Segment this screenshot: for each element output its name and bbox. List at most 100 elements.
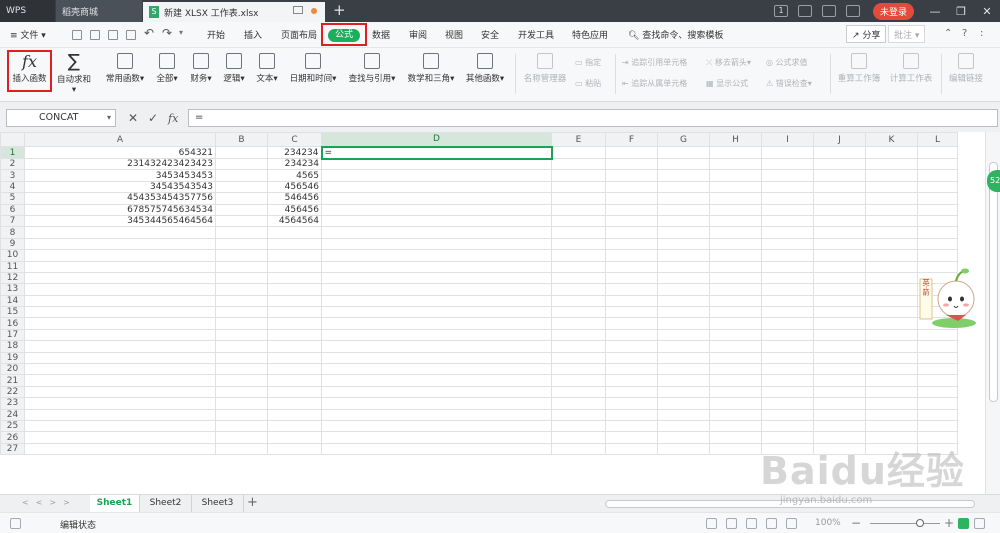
cell-J24[interactable] [813, 408, 866, 422]
cell-E22[interactable] [551, 385, 606, 399]
cell-D2[interactable] [321, 157, 552, 171]
cell-F16[interactable] [605, 317, 658, 330]
cell-A18[interactable] [24, 340, 216, 353]
cell-I15[interactable] [761, 306, 814, 319]
cell-J15[interactable] [813, 306, 866, 319]
cell-L4[interactable] [917, 180, 958, 194]
cell-F4[interactable] [605, 180, 658, 194]
cell-I18[interactable] [761, 340, 814, 353]
cell-A20[interactable] [24, 363, 216, 376]
cell-C12[interactable] [267, 271, 322, 285]
select-all-corner[interactable] [0, 132, 25, 147]
insert-function-button[interactable]: fx 插入函数 [7, 50, 52, 92]
cell-A11[interactable] [24, 260, 216, 273]
mascot-sticker[interactable]: 英·箭 [918, 265, 980, 330]
minimize-icon[interactable]: — [922, 5, 948, 18]
cell-A9[interactable] [24, 237, 216, 251]
cell-C20[interactable] [267, 363, 322, 376]
cell-table[interactable]: A B C D E F G H I J K L 1 654321 234234 = 2 2… [0, 132, 958, 456]
cell-G20[interactable] [657, 363, 710, 376]
cell-K18[interactable] [865, 340, 918, 353]
cell-J19[interactable] [813, 351, 866, 365]
cell-E11[interactable] [551, 260, 606, 273]
cell-A16[interactable] [24, 317, 216, 330]
cell-I1[interactable] [761, 146, 814, 159]
fullscreen-icon[interactable] [706, 518, 717, 529]
cell-G27[interactable] [657, 442, 710, 456]
cell-L2[interactable] [917, 157, 958, 171]
cell-G10[interactable] [657, 249, 710, 262]
tab-home[interactable]: 开始 [207, 28, 225, 41]
cell-I10[interactable] [761, 249, 814, 262]
cell-D14[interactable] [321, 294, 552, 308]
cell-D25[interactable] [321, 419, 552, 433]
row-header[interactable]: 12 [0, 271, 25, 285]
cell-B7[interactable] [215, 214, 268, 228]
cell-J5[interactable] [813, 192, 866, 205]
cell-E8[interactable] [551, 226, 606, 239]
print-preview-icon[interactable] [126, 30, 136, 40]
cell-F11[interactable] [605, 260, 658, 273]
cell-E17[interactable] [551, 328, 606, 342]
cell-C3[interactable]: 4565 [267, 169, 322, 182]
row-header[interactable]: 1 [0, 146, 25, 159]
cell-B19[interactable] [215, 351, 268, 365]
cell-J12[interactable] [813, 271, 866, 285]
cell-C23[interactable] [267, 397, 322, 410]
cell-D10[interactable] [321, 249, 552, 262]
cell-D27[interactable] [321, 442, 552, 456]
cell-I25[interactable] [761, 419, 814, 433]
cell-F2[interactable] [605, 157, 658, 171]
cell-K4[interactable] [865, 180, 918, 194]
side-badge[interactable]: 52 [987, 170, 1000, 192]
page-break-view-icon[interactable] [766, 518, 777, 529]
cell-B5[interactable] [215, 192, 268, 205]
cell-G4[interactable] [657, 180, 710, 194]
row-header[interactable]: 5 [0, 192, 25, 205]
cell-A17[interactable] [24, 328, 216, 342]
zoom-in-icon[interactable]: + [944, 516, 955, 530]
cell-L10[interactable] [917, 249, 958, 262]
cell-H10[interactable] [709, 249, 762, 262]
cell-J17[interactable] [813, 328, 866, 342]
cell-H6[interactable] [709, 203, 762, 216]
cell-C25[interactable] [267, 419, 322, 433]
cell-A19[interactable] [24, 351, 216, 365]
more-icon[interactable]: ▾ [179, 28, 183, 37]
cell-B2[interactable] [215, 157, 268, 171]
logical-button[interactable]: 逻辑▾ [221, 53, 247, 84]
column-header[interactable]: B [215, 132, 268, 147]
cell-F23[interactable] [605, 397, 658, 410]
cell-K19[interactable] [865, 351, 918, 365]
cell-A1[interactable]: 654321 [24, 146, 216, 159]
cell-J14[interactable] [813, 294, 866, 308]
cell-H27[interactable] [709, 442, 762, 456]
cell-D15[interactable] [321, 306, 552, 319]
cell-F3[interactable] [605, 169, 658, 182]
cell-E9[interactable] [551, 237, 606, 251]
cell-H1[interactable] [709, 146, 762, 159]
cell-C22[interactable] [267, 385, 322, 399]
cell-A24[interactable] [24, 408, 216, 422]
page-layout-view-icon[interactable] [746, 518, 757, 529]
more-options-icon[interactable]: : [980, 28, 983, 39]
cell-D17[interactable] [321, 328, 552, 342]
cell-A3[interactable]: 3453453453 [24, 169, 216, 182]
cell-D18[interactable] [321, 340, 552, 353]
cell-D21[interactable] [321, 374, 552, 387]
cell-D24[interactable] [321, 408, 552, 422]
cell-G1[interactable] [657, 146, 710, 159]
cell-L9[interactable] [917, 237, 958, 251]
save-icon[interactable] [72, 30, 82, 40]
row-header[interactable]: 26 [0, 431, 25, 444]
cell-E13[interactable] [551, 283, 606, 296]
formula-input[interactable]: = [188, 109, 998, 127]
cell-K22[interactable] [865, 385, 918, 399]
cell-D22[interactable] [321, 385, 552, 399]
cell-D12[interactable] [321, 271, 552, 285]
cell-E7[interactable] [551, 214, 606, 228]
cell-C26[interactable] [267, 431, 322, 444]
cell-J8[interactable] [813, 226, 866, 239]
column-header[interactable]: E [551, 132, 606, 147]
row-header[interactable]: 15 [0, 306, 25, 319]
